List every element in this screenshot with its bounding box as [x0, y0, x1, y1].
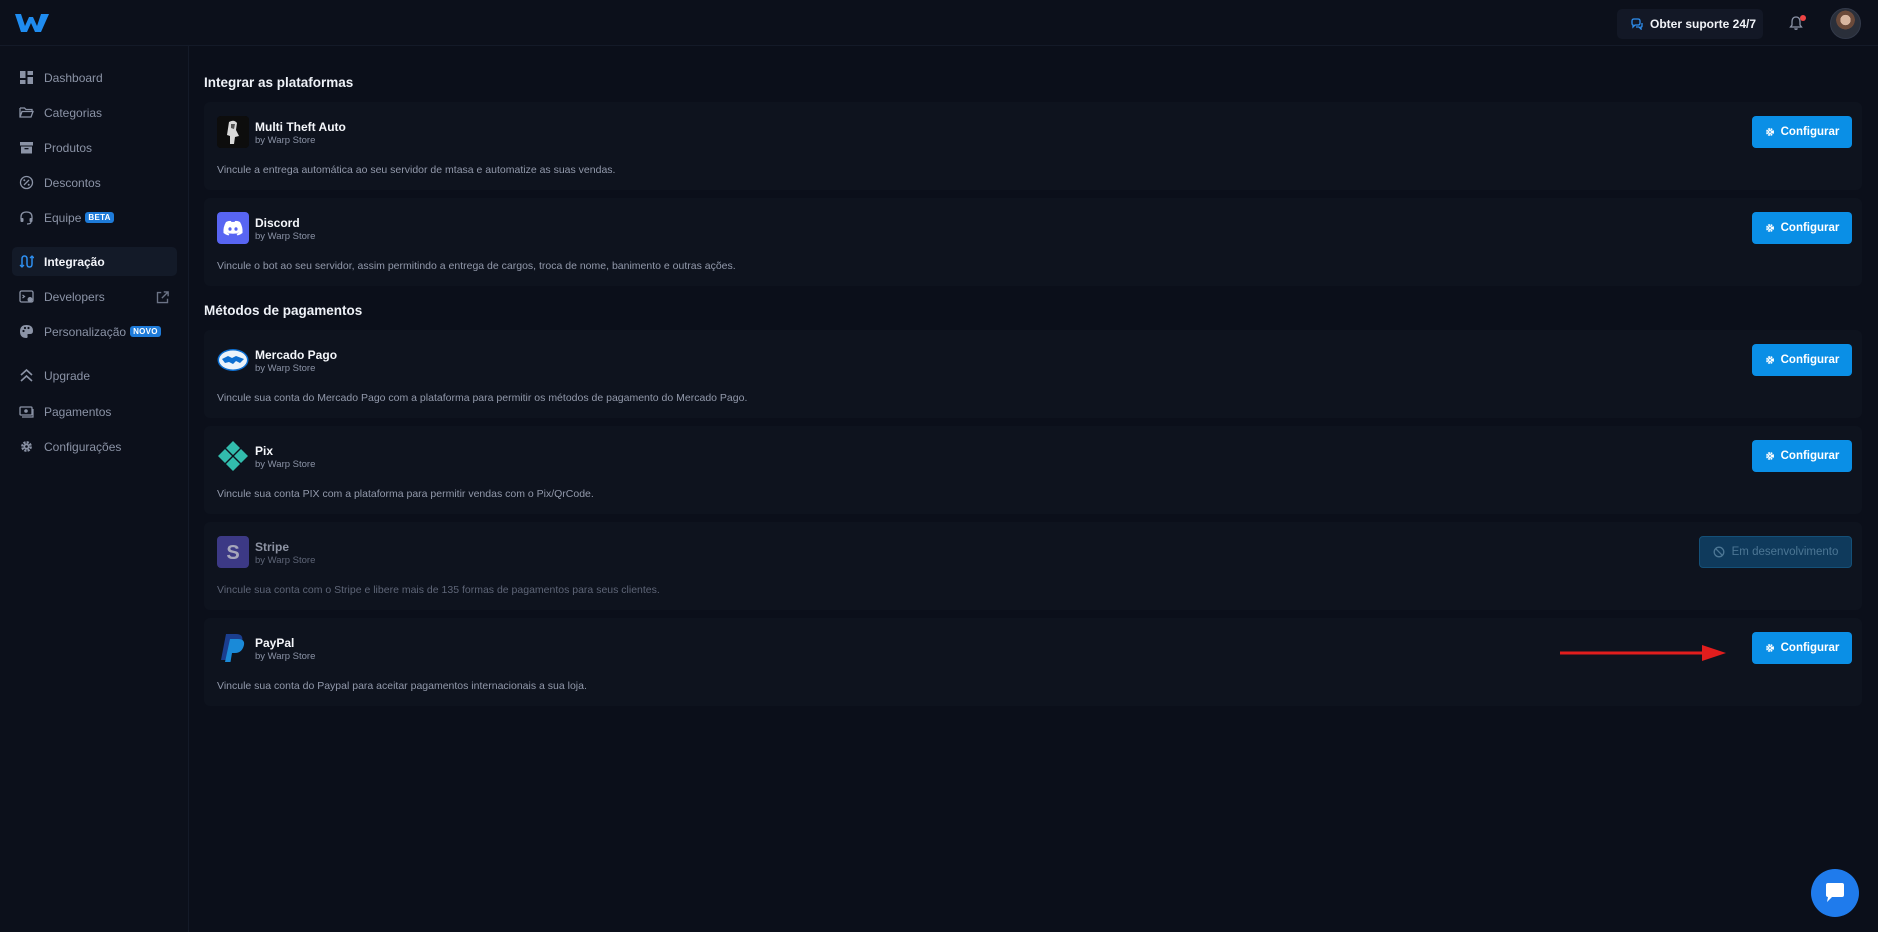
integration-author: by Warp Store [255, 231, 316, 242]
sidebar-item-produtos[interactable]: Produtos [12, 133, 177, 162]
integration-name: Multi Theft Auto [255, 120, 346, 134]
gear-icon [1765, 452, 1774, 460]
support-label: Obter suporte 24/7 [1650, 17, 1757, 31]
integration-description: Vincule a entrega automática ao seu serv… [217, 164, 616, 176]
payment-name: Pix [255, 444, 274, 458]
in-development-button[interactable]: Em desenvolvimento [1699, 536, 1852, 568]
ban-icon [1713, 546, 1725, 558]
folder-icon [19, 107, 34, 118]
configure-button[interactable]: Configurar [1752, 344, 1852, 376]
sidebar-item-upgrade[interactable]: Upgrade [12, 361, 177, 390]
terminal-icon [19, 290, 34, 303]
sidebar: Dashboard Categorias Produtos Descontos … [0, 46, 189, 932]
palette-icon [20, 325, 33, 338]
chat-widget-button[interactable] [1811, 869, 1859, 917]
sidebar-item-equipe[interactable]: Equipe BETA [12, 203, 177, 232]
payment-name: Mercado Pago [255, 348, 338, 362]
warp-logo-icon[interactable] [14, 12, 50, 34]
sidebar-item-label: Descontos [44, 175, 101, 190]
stripe-logo-icon: S [217, 536, 249, 568]
svg-text:S: S [226, 542, 239, 564]
payment-name: PayPal [255, 636, 295, 650]
payment-description: Vincule sua conta do Paypal para aceitar… [217, 680, 587, 692]
paypal-logo-icon [217, 632, 249, 664]
sidebar-item-label: Produtos [44, 140, 93, 155]
sidebar-item-label: Configurações [44, 439, 122, 454]
sidebar-item-integracao[interactable]: Integração [12, 247, 177, 276]
user-avatar[interactable] [1830, 8, 1861, 39]
sidebar-item-label: Integração [44, 254, 105, 269]
configure-label: Configurar [1780, 450, 1840, 462]
money-icon [19, 406, 34, 418]
sidebar-item-label: Equipe [44, 210, 82, 225]
payment-author: by Warp Store [255, 651, 316, 662]
chat-bubble-icon [1826, 883, 1844, 902]
support-chat-icon [1631, 18, 1643, 30]
gear-icon [1765, 128, 1774, 136]
external-link-icon [156, 291, 169, 304]
headset-icon [20, 211, 33, 225]
payment-author: by Warp Store [255, 555, 316, 566]
red-arrow-icon [1560, 645, 1726, 661]
discount-icon [19, 175, 34, 190]
sidebar-item-label: Personalização [44, 324, 127, 339]
in-development-label: Em desenvolvimento [1731, 546, 1839, 558]
notification-dot [1800, 15, 1806, 21]
mta-logo-icon [217, 116, 249, 148]
integration-author: by Warp Store [255, 135, 316, 146]
sidebar-item-label: Dashboard [44, 70, 103, 85]
sidebar-item-configuracoes[interactable]: Configurações [12, 432, 177, 461]
dashboard-icon [20, 71, 33, 84]
sidebar-item-developers[interactable]: Developers [12, 282, 177, 311]
configure-label: Configurar [1780, 222, 1840, 234]
mercadopago-logo-icon [217, 344, 249, 376]
payment-description: Vincule sua conta PIX com a plataforma p… [217, 488, 594, 500]
beta-badge: BETA [85, 212, 114, 223]
novo-badge: NOVO [130, 326, 161, 337]
gear-icon [1765, 224, 1774, 232]
gear-icon [21, 441, 32, 452]
chevrons-up-icon [20, 368, 33, 382]
sidebar-item-personalizacao[interactable]: Personalização NOVO [12, 317, 177, 346]
configure-label: Configurar [1780, 642, 1840, 654]
sidebar-item-label: Pagamentos [44, 404, 112, 419]
section-title-platforms: Integrar as plataformas [204, 75, 354, 90]
sidebar-item-descontos[interactable]: Descontos [12, 168, 177, 197]
sidebar-item-dashboard[interactable]: Dashboard [12, 63, 177, 92]
integration-card-mta: Multi Theft Auto by Warp Store Vincule a… [204, 102, 1862, 190]
configure-button[interactable]: Configurar [1752, 632, 1852, 664]
discord-logo-icon [217, 212, 249, 244]
gear-icon [1765, 644, 1774, 652]
configure-label: Configurar [1780, 354, 1840, 366]
top-bar: Obter suporte 24/7 [0, 0, 1878, 46]
payment-card-mercadopago: Mercado Pago by Warp Store Vincule sua c… [204, 330, 1862, 418]
payment-card-pix: Pix by Warp Store Vincule sua conta PIX … [204, 426, 1862, 514]
pix-logo-icon [217, 440, 249, 472]
sidebar-item-label: Developers [44, 289, 105, 304]
sidebar-item-label: Categorias [44, 105, 103, 120]
integration-description: Vincule o bot ao seu servidor, assim per… [217, 260, 736, 272]
support-button[interactable]: Obter suporte 24/7 [1617, 9, 1763, 39]
sidebar-item-categorias[interactable]: Categorias [12, 98, 177, 127]
sidebar-item-label: Upgrade [44, 368, 91, 383]
configure-button[interactable]: Configurar [1752, 212, 1852, 244]
payment-author: by Warp Store [255, 459, 316, 470]
integration-card-discord: Discord by Warp Store Vincule o bot ao s… [204, 198, 1862, 286]
configure-button[interactable]: Configurar [1752, 116, 1852, 148]
configure-label: Configurar [1780, 126, 1840, 138]
payment-description: Vincule sua conta do Mercado Pago com a … [217, 392, 748, 404]
archive-icon [20, 142, 33, 154]
configure-button[interactable]: Configurar [1752, 440, 1852, 472]
payment-description: Vincule sua conta com o Stripe e libere … [217, 584, 660, 596]
payment-name: Stripe [255, 540, 290, 554]
sidebar-item-pagamentos[interactable]: Pagamentos [12, 397, 177, 426]
payment-card-stripe: S Stripe by Warp Store Vincule sua conta… [204, 522, 1862, 610]
integration-icon [19, 255, 34, 268]
integration-name: Discord [255, 216, 300, 230]
section-title-payments: Métodos de pagamentos [204, 303, 363, 318]
gear-icon [1765, 356, 1774, 364]
payment-author: by Warp Store [255, 363, 316, 374]
